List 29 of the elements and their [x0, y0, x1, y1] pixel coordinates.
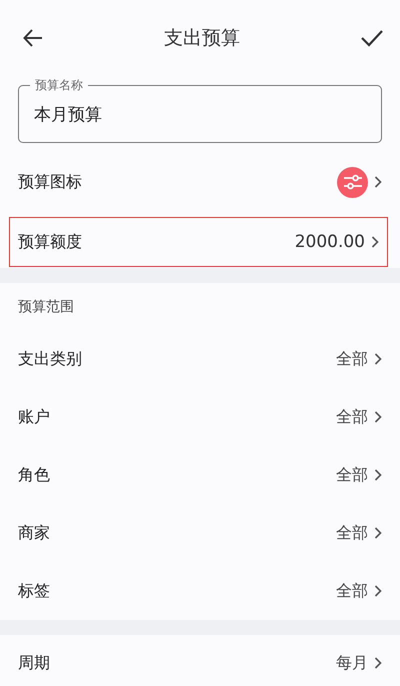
page-title: 支出预算: [164, 26, 240, 51]
chevron-icon: [374, 468, 382, 482]
row-label: 预算图标: [18, 172, 82, 192]
chevron-icon: [374, 352, 382, 366]
chevron-icon: [374, 584, 382, 598]
row-label: 周期: [18, 652, 50, 674]
row-label: 账户: [18, 406, 50, 428]
row-value: 全部: [336, 406, 368, 428]
settings-row[interactable]: 预算额度 2000.00: [9, 217, 388, 267]
chevron-icon: [374, 175, 382, 189]
chevron-icon: [371, 235, 379, 249]
row-value: 全部: [336, 522, 368, 544]
row-label: 标签: [18, 580, 50, 602]
row-label: 角色: [18, 464, 50, 486]
budget-name-field[interactable]: 预算名称 本月预算: [18, 76, 382, 143]
row-value: 每月: [336, 652, 368, 674]
row-label: 预算额度: [18, 232, 82, 252]
row-value: 全部: [336, 580, 368, 602]
field-value: 本月预算: [34, 104, 102, 126]
chevron-icon: [374, 410, 382, 424]
section-title: 预算范围: [17, 298, 75, 316]
row-value: 2000.00: [294, 232, 365, 252]
chevron-icon: [374, 526, 382, 540]
row-label: 商家: [18, 522, 50, 544]
field-label: 预算名称: [30, 76, 88, 94]
row-value: 全部: [336, 464, 368, 486]
row-label: 支出类别: [18, 348, 82, 370]
chevron-icon: [374, 656, 382, 670]
row-value: 全部: [336, 348, 368, 370]
